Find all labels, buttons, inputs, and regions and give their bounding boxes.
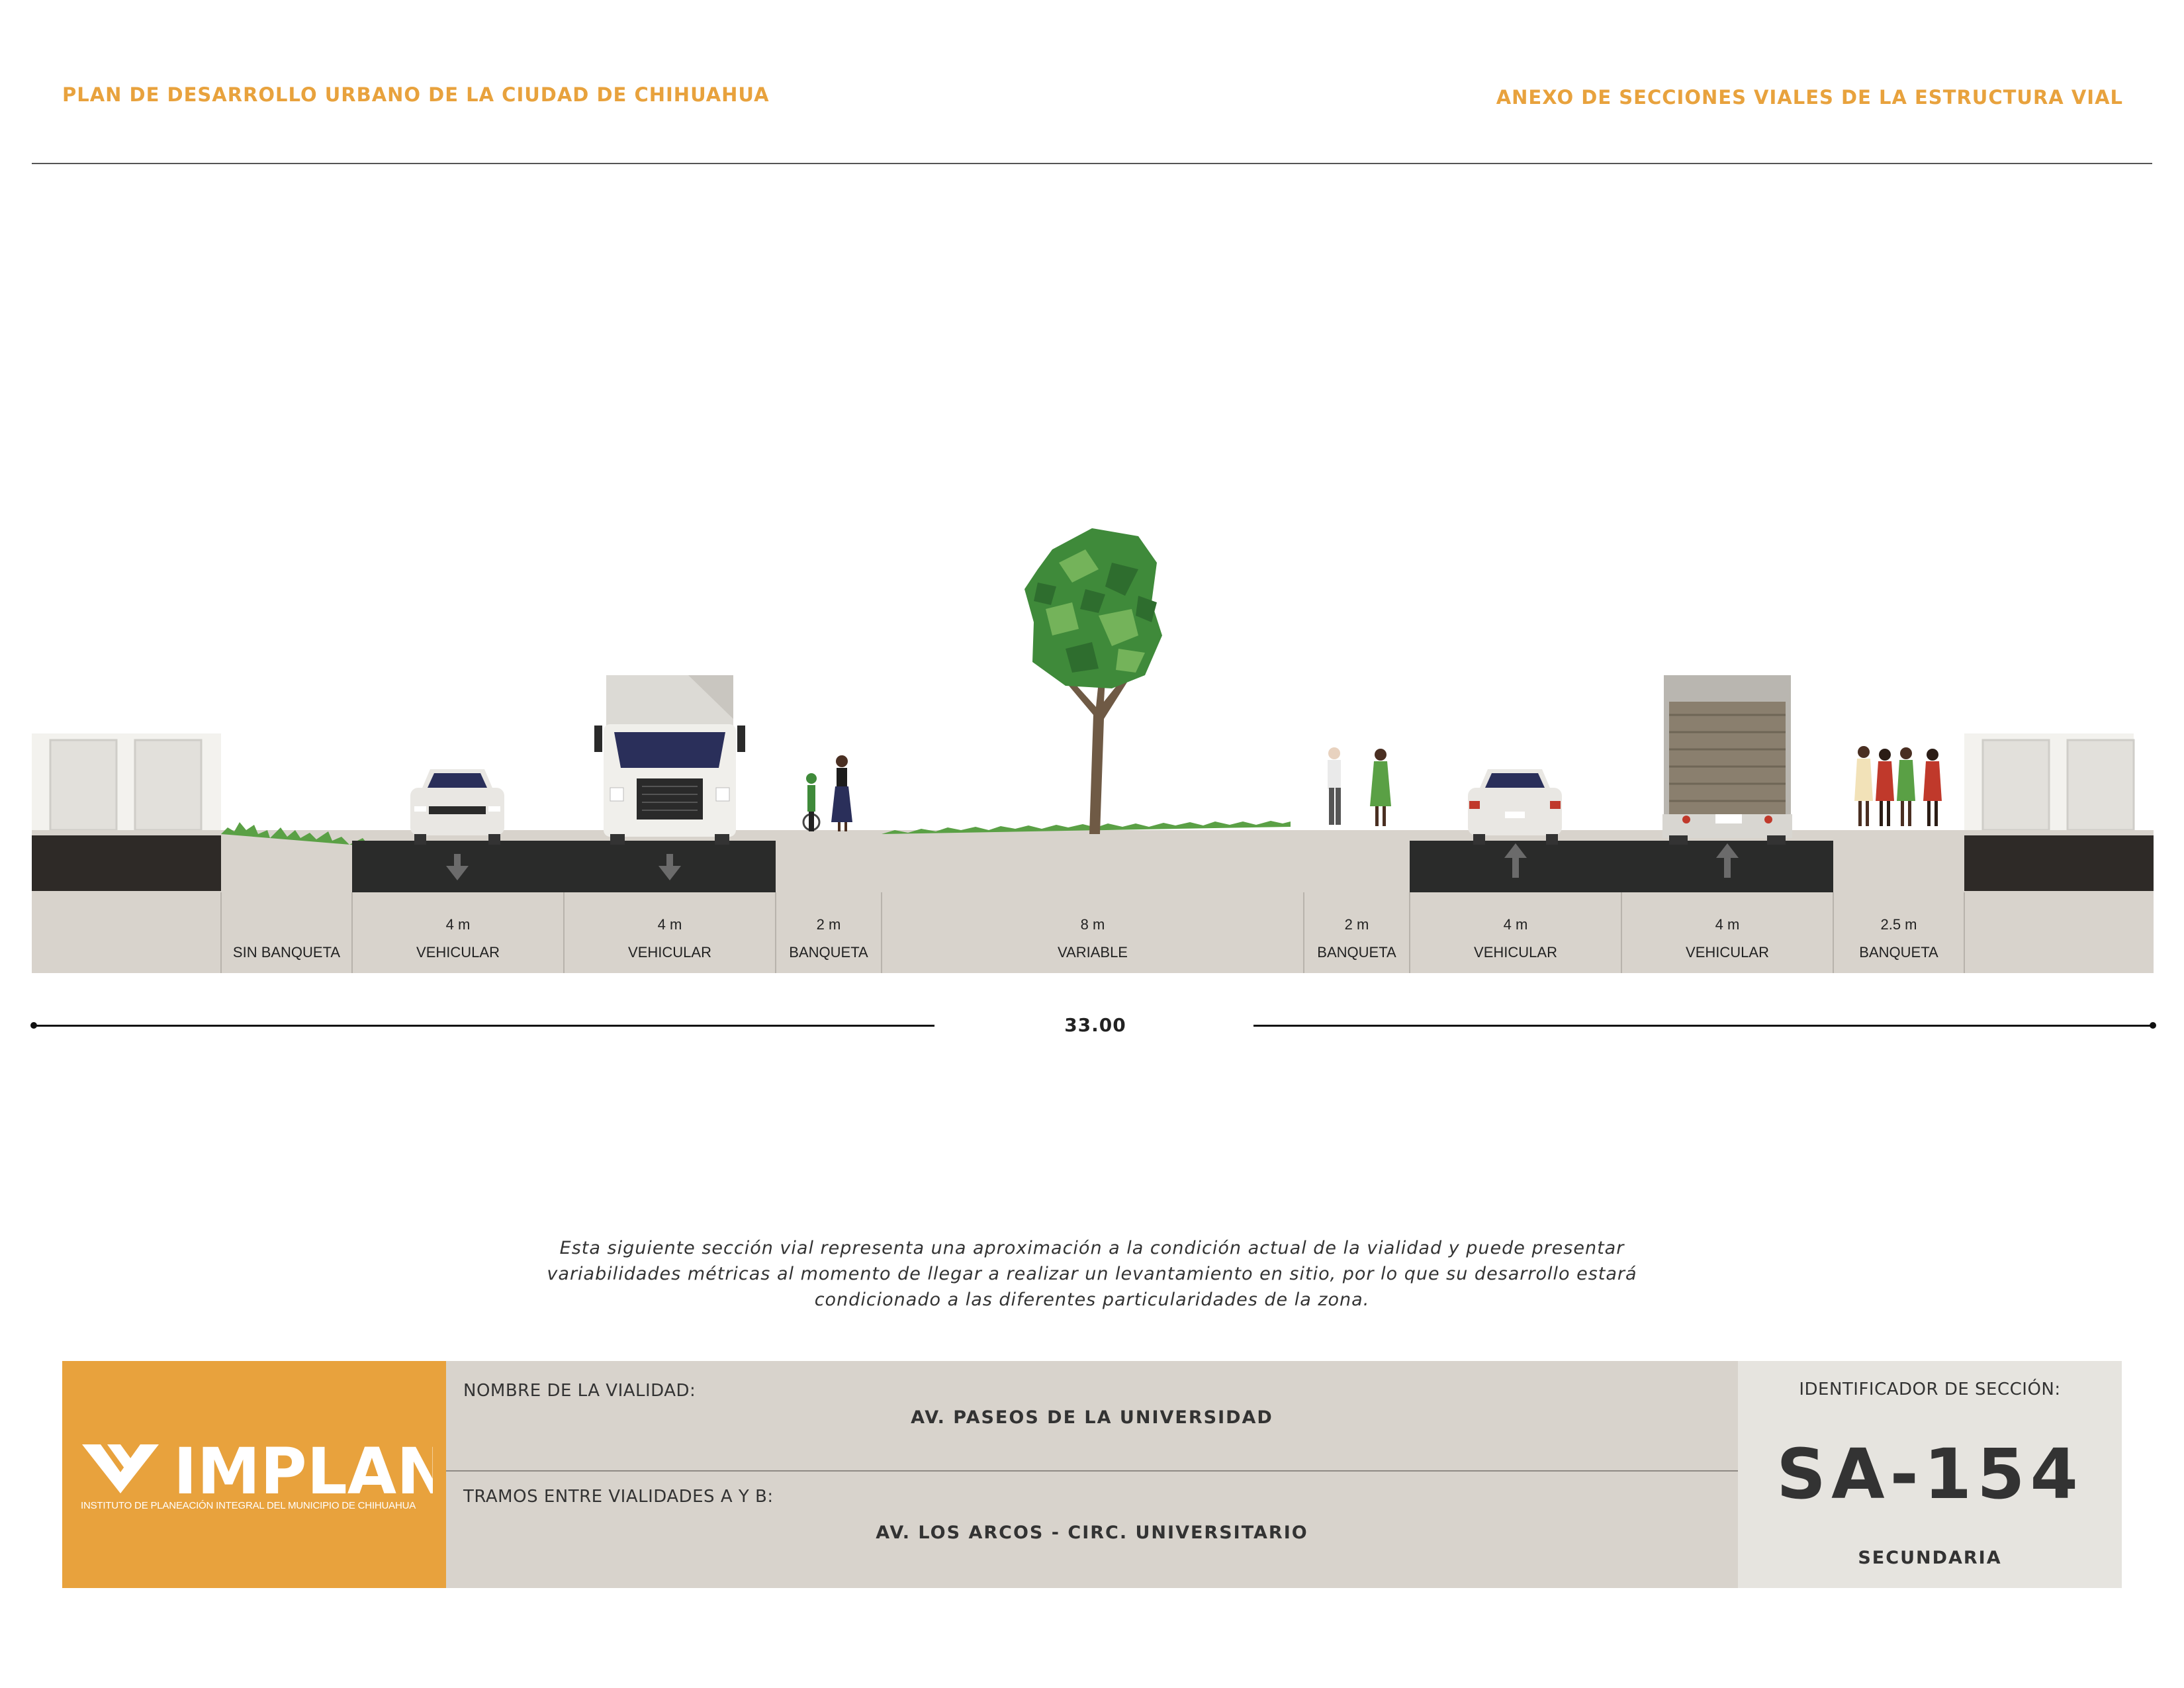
header-left-title: PLAN DE DESARROLLO URBANO DE LA CIUDAD D… xyxy=(62,83,770,106)
stretch-value: AV. LOS ARCOS - CIRC. UNIVERSITARIO xyxy=(876,1523,1308,1543)
dimension-line-left xyxy=(33,1025,934,1027)
segment-width-label: 4 m xyxy=(445,916,471,933)
segment-use-label: VEHICULAR xyxy=(1474,944,1557,961)
stretch-label: TRAMOS ENTRE VIALIDADES A Y B: xyxy=(463,1487,774,1507)
segment-use-label: VEHICULAR xyxy=(628,944,711,961)
segment-use-label: VARIABLE xyxy=(1058,944,1128,961)
header-divider xyxy=(32,163,2152,164)
section-id-value: SA-154 xyxy=(1776,1434,2083,1515)
left-sidewalk xyxy=(776,834,882,892)
note-line: Esta siguiente sección vial representa u… xyxy=(559,1238,1625,1258)
dimension-line-right xyxy=(1253,1025,2154,1027)
left-planter xyxy=(221,834,352,917)
section-id-label: IDENTIFICADOR DE SECCIÓN: xyxy=(1799,1380,2061,1399)
asphalt-right xyxy=(1410,841,1833,892)
road-name-label: NOMBRE DE LA VIALIDAD: xyxy=(463,1381,696,1401)
segment-width-label: 4 m xyxy=(1715,916,1740,933)
tree-icon xyxy=(1024,528,1162,834)
segment-use-label: BANQUETA xyxy=(1317,944,1396,961)
header-right-title: ANEXO DE SECCIONES VIALES DE LA ESTRUCTU… xyxy=(1496,86,2123,109)
asphalt-left xyxy=(352,841,776,892)
logo-wordmark: IMPLAN xyxy=(173,1438,433,1497)
truck-rear-icon xyxy=(1662,675,1792,845)
cyclist-icon xyxy=(802,773,821,831)
car-front-icon xyxy=(410,769,504,845)
right-private-strip xyxy=(1964,835,2154,891)
segment-use-label: VEHICULAR xyxy=(416,944,500,961)
section-id-panel: IDENTIFICADOR DE SECCIÓN: SA-154 SECUNDA… xyxy=(1738,1361,2122,1588)
info-bar: IMPLAN INSTITUTO DE PLANEACIÓN INTEGRAL … xyxy=(62,1361,2122,1588)
right-sidewalk xyxy=(1304,834,1410,892)
segment-use-label: BANQUETA xyxy=(789,944,868,961)
segment-width-label: 4 m xyxy=(1503,916,1528,933)
road-name-value: AV. PASEOS DE LA UNIVERSIDAD xyxy=(911,1407,1273,1428)
segment-width-label: 2 m xyxy=(816,916,841,933)
right-sidewalk-wide xyxy=(1833,834,1964,892)
note-line: variabilidades métricas al momento de ll… xyxy=(547,1264,1637,1284)
implan-logo-mark-icon: IMPLAN xyxy=(82,1438,433,1497)
note-line: condicionado a las diferentes particular… xyxy=(814,1289,1370,1310)
total-width-label: 33.00 xyxy=(1064,1014,1126,1036)
left-private-strip xyxy=(32,835,221,891)
segment-use-label: BANQUETA xyxy=(1859,944,1938,961)
logo-subtitle: INSTITUTO DE PLANEACIÓN INTEGRAL DEL MUN… xyxy=(81,1500,416,1511)
car-rear-icon xyxy=(1468,769,1562,845)
road-info-panel: NOMBRE DE LA VIALIDAD: AV. PASEOS DE LA … xyxy=(446,1361,1738,1588)
segment-width-label: 4 m xyxy=(657,916,682,933)
implan-logo: IMPLAN INSTITUTO DE PLANEACIÓN INTEGRAL … xyxy=(62,1361,446,1588)
segment-width-label: 8 m xyxy=(1080,916,1105,933)
disclaimer-note: Esta siguiente sección vial representa u… xyxy=(463,1235,1721,1313)
pedestrian-icon xyxy=(1328,747,1341,825)
road-classification: SECUNDARIA xyxy=(1858,1548,2002,1568)
segment-width-label: 2.5 m xyxy=(1880,916,1917,933)
pedestrian-group-icon xyxy=(1854,746,1942,826)
median xyxy=(882,834,1304,892)
panel-divider xyxy=(446,1470,1738,1472)
segment-use-label: SIN BANQUETA xyxy=(232,944,341,961)
right-building xyxy=(1964,733,2135,831)
left-building xyxy=(32,733,221,831)
pedestrian-icon xyxy=(831,755,852,831)
truck-front-icon xyxy=(594,675,745,845)
pedestrian-icon xyxy=(1370,749,1391,826)
segment-use-label: VEHICULAR xyxy=(1686,944,1769,961)
dimension-end-dot xyxy=(2150,1022,2156,1029)
segment-width-label: 2 m xyxy=(1344,916,1369,933)
